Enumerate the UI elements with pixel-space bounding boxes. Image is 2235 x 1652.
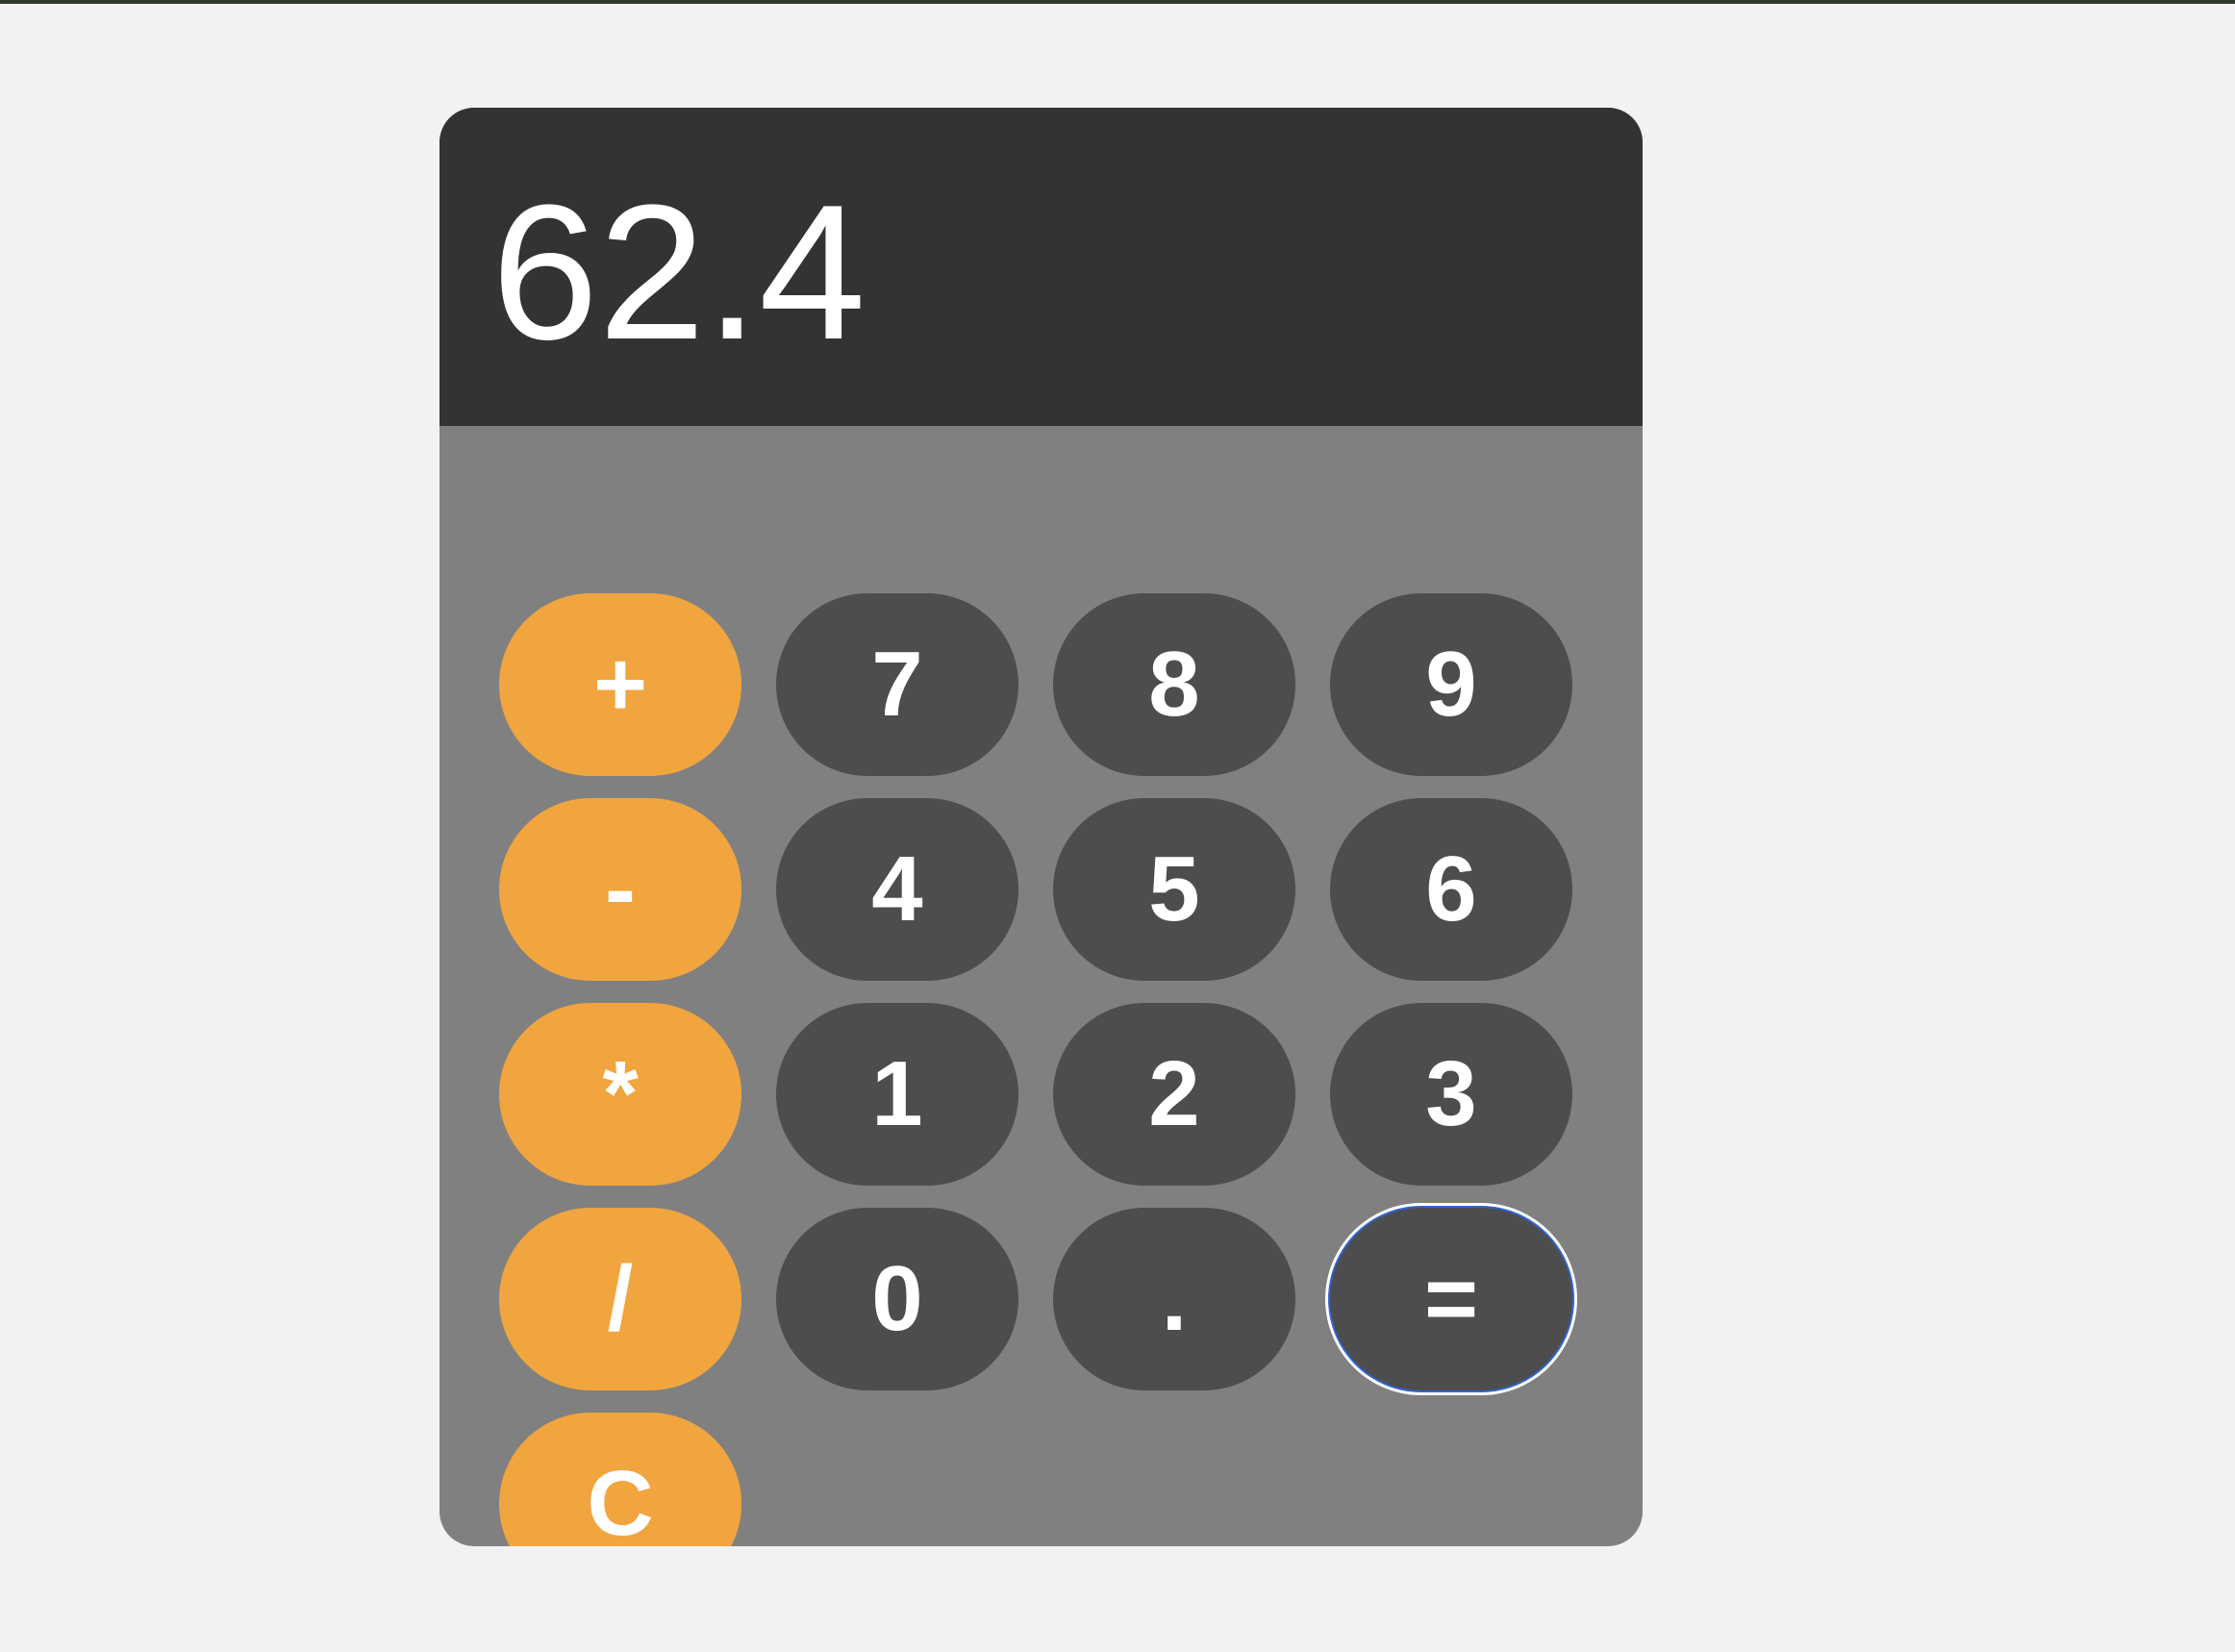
divide-button[interactable]: / [499, 1208, 741, 1390]
digit-6-button[interactable]: 6 [1330, 798, 1572, 981]
keypad: + 7 8 9 - 4 5 6 * 1 2 3 / 0 . = C [439, 426, 1643, 1546]
plus-button[interactable]: + [499, 593, 741, 776]
clear-button[interactable]: C [499, 1413, 741, 1546]
digit-4-button[interactable]: 4 [776, 798, 1018, 981]
digit-5-button[interactable]: 5 [1053, 798, 1295, 981]
digit-7-button[interactable]: 7 [776, 593, 1018, 776]
calculator-display: 62.4 [439, 108, 1643, 426]
equals-button[interactable]: = [1330, 1208, 1572, 1390]
calculator: 62.4 + 7 8 9 - 4 5 6 * 1 2 3 / 0 . = C [439, 108, 1643, 1546]
digit-2-button[interactable]: 2 [1053, 1003, 1295, 1186]
top-border [0, 0, 2235, 4]
decimal-button[interactable]: . [1053, 1208, 1295, 1390]
display-value: 62.4 [491, 165, 866, 380]
digit-8-button[interactable]: 8 [1053, 593, 1295, 776]
multiply-button[interactable]: * [499, 1003, 741, 1186]
digit-3-button[interactable]: 3 [1330, 1003, 1572, 1186]
digit-0-button[interactable]: 0 [776, 1208, 1018, 1390]
digit-1-button[interactable]: 1 [776, 1003, 1018, 1186]
minus-button[interactable]: - [499, 798, 741, 981]
digit-9-button[interactable]: 9 [1330, 593, 1572, 776]
